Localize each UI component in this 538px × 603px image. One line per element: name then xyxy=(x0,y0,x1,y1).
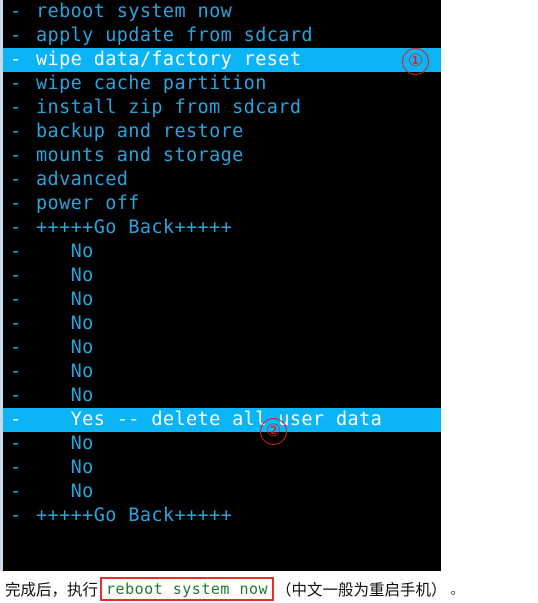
menu-item-bullet: - xyxy=(10,457,22,478)
menu-item-label: No xyxy=(36,457,94,478)
recovery-menu-list[interactable]: - reboot system now - apply update from sdc… xyxy=(3,0,441,528)
menu-item-bullet: - xyxy=(10,25,22,46)
menu-item[interactable]: - No xyxy=(3,456,441,480)
menu-item[interactable]: - No xyxy=(3,360,441,384)
menu-item-label: apply update from sdcard xyxy=(36,25,313,46)
menu-item[interactable]: - apply update from sdcard xyxy=(3,24,441,48)
menu-item[interactable]: - No xyxy=(3,480,441,504)
menu-item-label: Yes -- delete all user data xyxy=(36,409,383,430)
menu-item-bullet: - xyxy=(10,73,22,94)
menu-item-bullet: - xyxy=(10,385,22,406)
caption-bar: 完成后，执行 reboot system now （中文一般为重启手机） 。 xyxy=(0,574,538,603)
menu-item[interactable]: - Yes -- delete all user data xyxy=(3,408,441,432)
menu-item-bullet: - xyxy=(10,505,22,526)
menu-item[interactable]: - power off xyxy=(3,192,441,216)
menu-item[interactable]: - wipe cache partition xyxy=(3,72,441,96)
menu-item-label: No xyxy=(36,481,94,502)
menu-item-bullet: - xyxy=(10,265,22,286)
menu-item-label: +++++Go Back+++++ xyxy=(36,505,233,526)
menu-item-label: No xyxy=(36,361,94,382)
menu-item-bullet: - xyxy=(10,433,22,454)
menu-item-bullet: - xyxy=(10,169,22,190)
menu-item-label: +++++Go Back+++++ xyxy=(36,217,233,238)
screenshot-root: - reboot system now - apply update from sdc… xyxy=(0,0,538,603)
menu-item-bullet: - xyxy=(10,145,22,166)
annotation-circle-1: ① xyxy=(402,48,429,75)
menu-item-label: reboot system now xyxy=(36,1,233,22)
menu-item-bullet: - xyxy=(10,241,22,262)
menu-item[interactable]: - No xyxy=(3,240,441,264)
menu-item-bullet: - xyxy=(10,337,22,358)
menu-item[interactable]: - No xyxy=(3,432,441,456)
menu-item[interactable]: - No xyxy=(3,288,441,312)
menu-item[interactable]: - No xyxy=(3,336,441,360)
menu-item-label: wipe data/factory reset xyxy=(36,49,302,70)
recovery-terminal: - reboot system now - apply update from sdc… xyxy=(0,0,441,571)
menu-item[interactable]: - No xyxy=(3,264,441,288)
menu-item[interactable]: - wipe data/factory reset xyxy=(3,48,441,72)
annotation-circle-2: ② xyxy=(260,418,287,445)
menu-item[interactable]: - advanced xyxy=(3,168,441,192)
menu-item-label: No xyxy=(36,313,94,334)
menu-item-bullet: - xyxy=(10,121,22,142)
menu-item-bullet: - xyxy=(10,217,22,238)
menu-item-label: No xyxy=(36,433,94,454)
menu-item-label: No xyxy=(36,241,94,262)
menu-item[interactable]: - +++++Go Back+++++ xyxy=(3,216,441,240)
caption-command-code: reboot system now xyxy=(100,576,275,601)
menu-item-label: install zip from sdcard xyxy=(36,97,302,118)
menu-item-label: No xyxy=(36,337,94,358)
menu-item-bullet: - xyxy=(10,97,22,118)
menu-item-label: mounts and storage xyxy=(36,145,244,166)
menu-item-bullet: - xyxy=(10,289,22,310)
menu-item-label: No xyxy=(36,265,94,286)
menu-item-bullet: - xyxy=(10,193,22,214)
menu-item-label: wipe cache partition xyxy=(36,73,267,94)
menu-item-label: backup and restore xyxy=(36,121,244,142)
menu-item[interactable]: - backup and restore xyxy=(3,120,441,144)
menu-item[interactable]: - mounts and storage xyxy=(3,144,441,168)
menu-item-label: power off xyxy=(36,193,140,214)
menu-item-label: No xyxy=(36,385,94,406)
menu-item-bullet: - xyxy=(10,1,22,22)
caption-lead-text: 完成后，执行 xyxy=(5,580,99,599)
menu-item[interactable]: - No xyxy=(3,312,441,336)
menu-item-bullet: - xyxy=(10,481,22,502)
menu-item-bullet: - xyxy=(10,361,22,382)
caption-tail-text: 。 xyxy=(450,583,464,598)
menu-item[interactable]: - +++++Go Back+++++ xyxy=(3,504,441,528)
menu-item[interactable]: - install zip from sdcard xyxy=(3,96,441,120)
menu-item[interactable]: - reboot system now xyxy=(3,0,441,24)
menu-item-bullet: - xyxy=(10,409,22,430)
menu-item-bullet: - xyxy=(10,313,22,334)
menu-item[interactable]: - No xyxy=(3,384,441,408)
menu-item-label: advanced xyxy=(36,169,129,190)
menu-item-label: No xyxy=(36,289,94,310)
menu-item-bullet: - xyxy=(10,49,22,70)
caption-trail-text: （中文一般为重启手机） xyxy=(276,580,447,599)
